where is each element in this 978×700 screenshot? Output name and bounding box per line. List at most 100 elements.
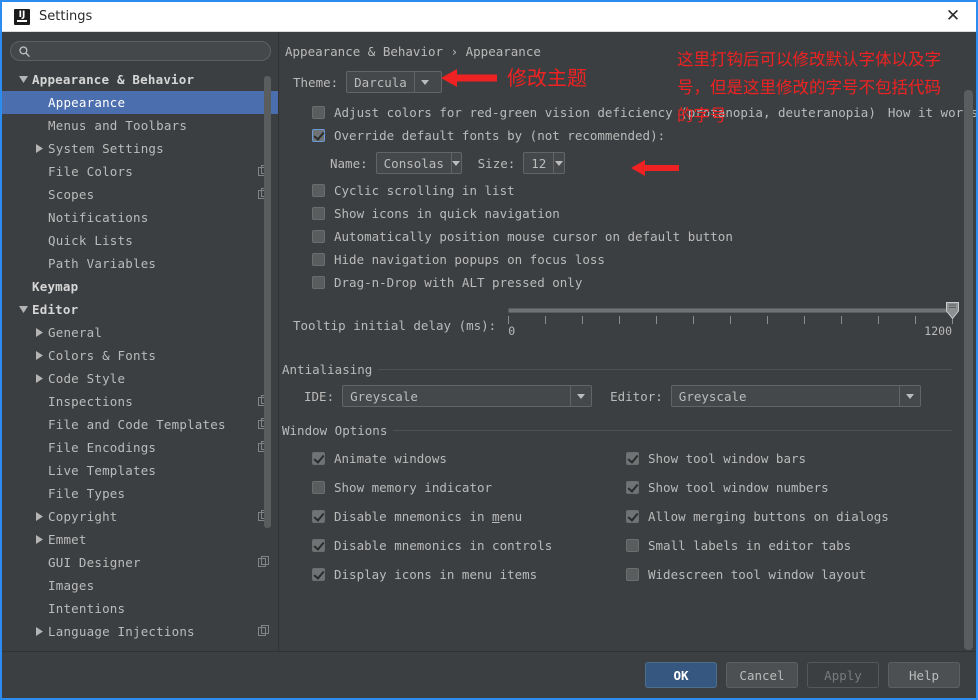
window-option-animate-windows-checkbox[interactable] [312,452,325,465]
sidebar-scrollbar-thumb[interactable] [264,76,271,528]
window-option-small-labels-in-editor-tabs-checkbox[interactable] [626,539,639,552]
chevron-down-icon[interactable] [18,304,29,315]
window-option-disable-mnemonics-in-menu-row: Disable mnemonics in menu [312,502,626,531]
option-cyclic-scrolling-in-list-label: Cyclic scrolling in list [334,183,515,198]
slider-tick [878,316,879,324]
title-bar: IJ Settings ✕ [2,2,976,32]
search-input[interactable] [34,44,262,58]
font-row: Name: Consolas Size: 12 [282,152,952,174]
settings-tree[interactable]: Appearance & BehaviorAppearanceMenus and… [2,68,279,651]
search-container [2,32,279,68]
window-option-disable-mnemonics-in-menu-checkbox[interactable] [312,510,325,523]
sidebar-item-menus-and-toolbars[interactable]: Menus and Toolbars [2,114,279,137]
editor-antialiasing-label: Editor: [610,389,663,404]
option-cyclic-scrolling-in-list-checkbox[interactable] [312,184,325,197]
sidebar-item-label: File Types [48,486,125,501]
window-option-widescreen-tool-window-layout-label: Widescreen tool window layout [648,567,866,582]
window-option-allow-merging-buttons-on-dialogs-row: Allow merging buttons on dialogs [626,502,952,531]
slider-tick [730,316,731,324]
ide-antialiasing-value: Greyscale [343,386,570,406]
option-drag-n-drop-with-alt-pressed-only-checkbox[interactable] [312,276,325,289]
window-option-display-icons-in-menu-items-checkbox[interactable] [312,568,325,581]
sidebar-item-appearance[interactable]: Appearance [2,91,279,114]
window-option-show-tool-window-numbers-checkbox[interactable] [626,481,639,494]
chevron-right-icon[interactable] [34,534,45,545]
slider-thumb[interactable] [946,302,959,319]
sidebar-item-language-injections[interactable]: Language Injections [2,620,279,643]
tooltip-delay-slider[interactable]: 0 1200 [508,302,952,348]
sidebar-item-keymap[interactable]: Keymap [2,275,279,298]
chevron-down-icon[interactable] [899,386,920,406]
settings-dialog: IJ Settings ✕ Appearance & BehaviorAppea… [0,0,978,700]
ok-button[interactable]: OK [645,662,717,688]
adjust-colors-checkbox[interactable] [312,106,325,119]
sidebar-item-label: GUI Designer [48,555,141,570]
sidebar-item-label: Code Style [48,371,125,386]
font-name-combobox[interactable]: Consolas [376,152,462,174]
sidebar-item-code-style[interactable]: Code Style [2,367,279,390]
main-scrollbar-thumb[interactable] [964,90,973,650]
sidebar-item-quick-lists[interactable]: Quick Lists [2,229,279,252]
antialiasing-group-header: Antialiasing [282,362,952,377]
sidebar-item-copyright[interactable]: Copyright [2,505,279,528]
chevron-down-icon[interactable] [414,72,435,92]
theme-label: Theme: [293,75,338,90]
sidebar-item-label: Inspections [48,394,133,409]
sidebar-item-intentions[interactable]: Intentions [2,597,279,620]
slider-tick [767,316,768,324]
group-divider [378,369,952,370]
sidebar-item-file-encodings[interactable]: File Encodings [2,436,279,459]
override-fonts-checkbox[interactable] [312,129,325,142]
cancel-button[interactable]: Cancel [726,662,798,688]
option-hide-navigation-popups-on-focus-loss-row: Hide navigation popups on focus loss [312,248,952,271]
sidebar-item-file-colors[interactable]: File Colors [2,160,279,183]
slider-track[interactable] [508,308,952,313]
sidebar-item-notifications[interactable]: Notifications [2,206,279,229]
chevron-down-icon[interactable] [553,153,564,173]
slider-ticks [508,316,952,325]
sidebar-item-emmet[interactable]: Emmet [2,528,279,551]
tooltip-delay-label: Tooltip initial delay (ms): [293,318,496,333]
chevron-down-icon[interactable] [451,153,461,173]
sidebar-item-file-types[interactable]: File Types [2,482,279,505]
sidebar-item-general[interactable]: General [2,321,279,344]
sidebar-item-inspections[interactable]: Inspections [2,390,279,413]
sidebar-item-gui-designer[interactable]: GUI Designer [2,551,279,574]
window-option-allow-merging-buttons-on-dialogs-checkbox[interactable] [626,510,639,523]
chevron-right-icon[interactable] [34,327,45,338]
close-icon[interactable]: ✕ [930,2,976,30]
window-options-group-title: Window Options [282,423,393,438]
chevron-right-icon[interactable] [34,373,45,384]
chevron-right-icon[interactable] [34,143,45,154]
sidebar-item-images[interactable]: Images [2,574,279,597]
help-button[interactable]: Help [888,662,960,688]
intellij-idea-icon: IJ [14,9,30,25]
window-option-widescreen-tool-window-layout-checkbox[interactable] [626,568,639,581]
chevron-right-icon[interactable] [34,511,45,522]
sidebar-item-file-and-code-templates[interactable]: File and Code Templates [2,413,279,436]
ide-antialiasing-combobox[interactable]: Greyscale [342,385,592,407]
font-size-combobox[interactable]: 12 [523,152,565,174]
window-option-disable-mnemonics-in-controls-checkbox[interactable] [312,539,325,552]
sidebar-item-editor[interactable]: Editor [2,298,279,321]
theme-combobox[interactable]: Darcula [346,71,442,93]
sidebar-item-system-settings[interactable]: System Settings [2,137,279,160]
chevron-right-icon[interactable] [34,626,45,637]
sidebar-item-appearance-behavior[interactable]: Appearance & Behavior [2,68,279,91]
window-option-show-memory-indicator-checkbox[interactable] [312,481,325,494]
editor-antialiasing-combobox[interactable]: Greyscale [671,385,921,407]
option-show-icons-in-quick-navigation-checkbox[interactable] [312,207,325,220]
chevron-down-icon[interactable] [570,386,591,406]
search-box[interactable] [10,41,271,61]
sidebar-item-colors-fonts[interactable]: Colors & Fonts [2,344,279,367]
sidebar-scrollbar-track[interactable] [264,68,271,651]
option-hide-navigation-popups-on-focus-loss-checkbox[interactable] [312,253,325,266]
chevron-right-icon[interactable] [34,350,45,361]
sidebar-item-scopes[interactable]: Scopes [2,183,279,206]
sidebar-item-live-templates[interactable]: Live Templates [2,459,279,482]
window-option-show-tool-window-bars-checkbox[interactable] [626,452,639,465]
sidebar-item-path-variables[interactable]: Path Variables [2,252,279,275]
window-option-display-icons-in-menu-items-row: Display icons in menu items [312,560,626,589]
chevron-down-icon[interactable] [18,74,29,85]
option-automatically-position-mouse-cursor-on-default-button-checkbox[interactable] [312,230,325,243]
